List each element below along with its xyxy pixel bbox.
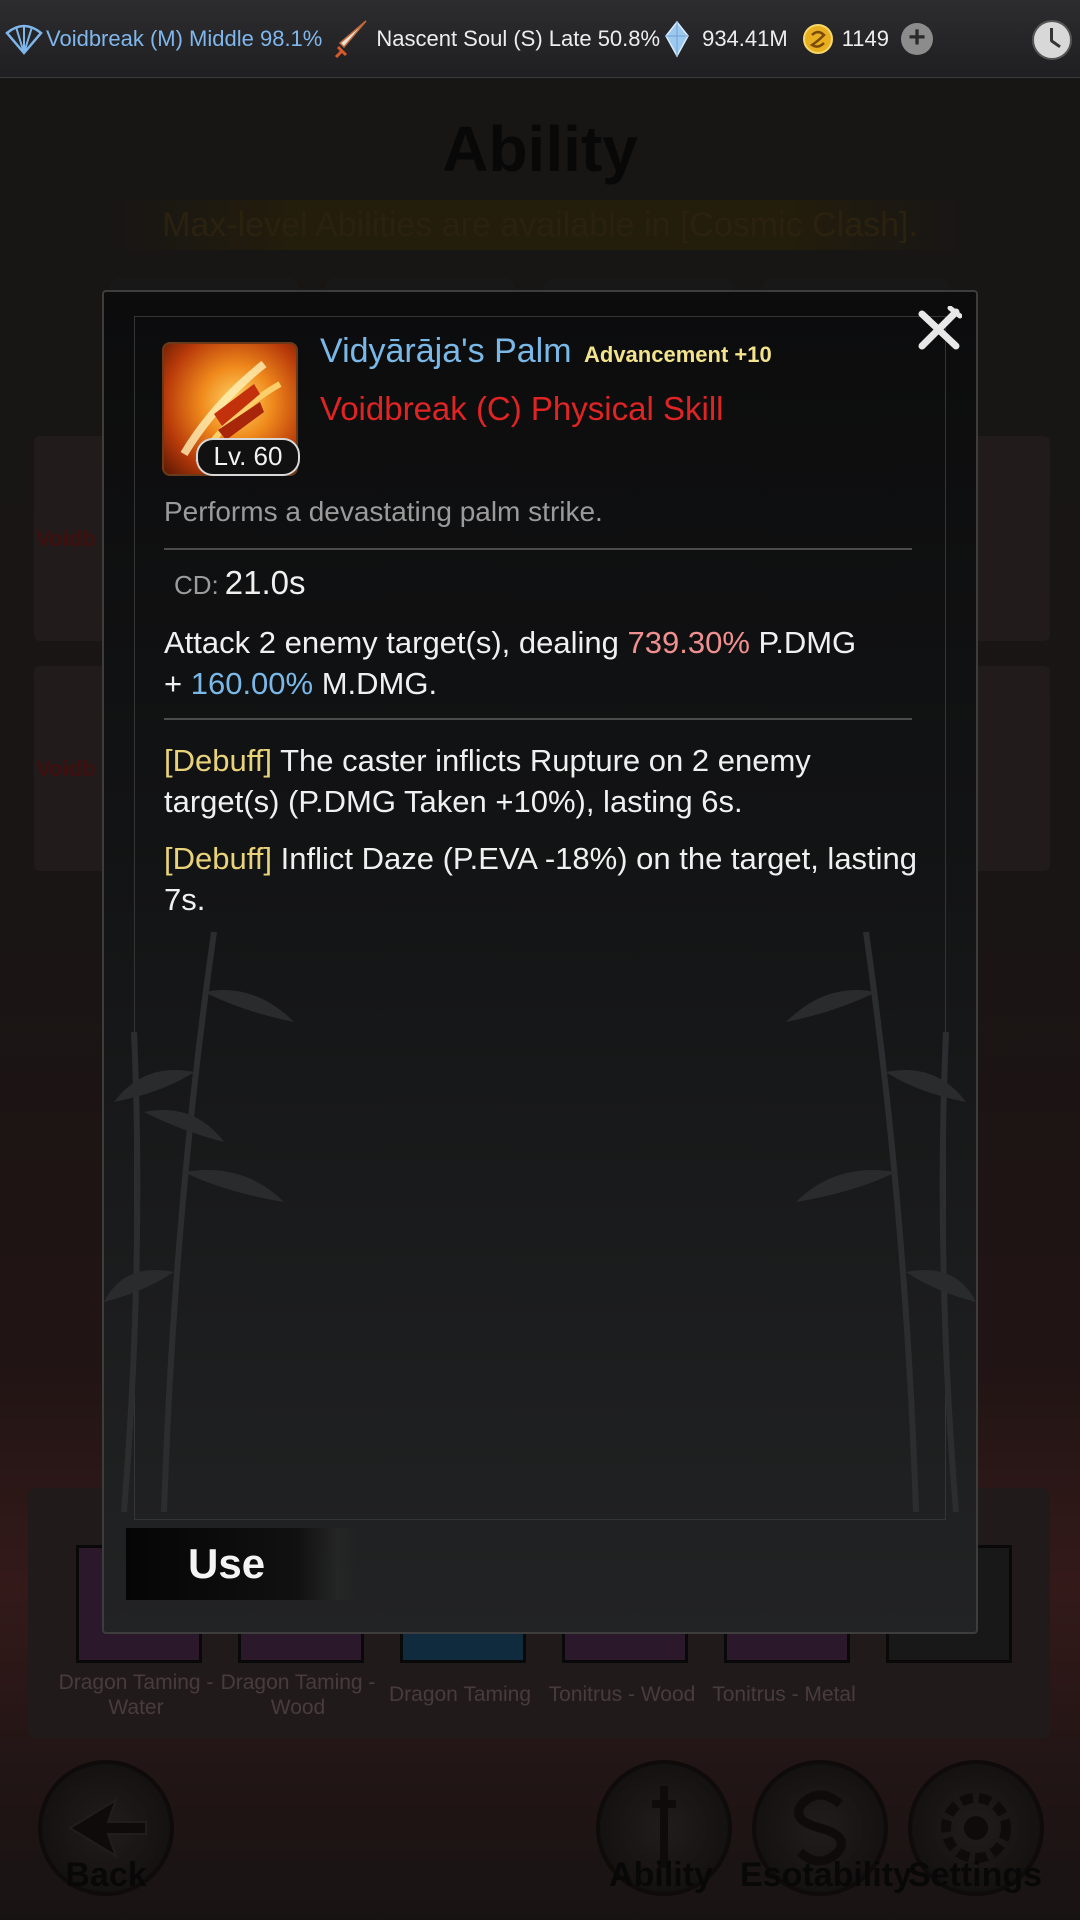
skill-detail-modal: Lv. 60 Vidyārāja's Palm Advancement +10 … (102, 290, 978, 1634)
cooldown-value: 21.0s (224, 564, 306, 601)
skill-description: Performs a devastating palm strike. (164, 496, 603, 527)
spirit-stones-value: 934.41M (702, 25, 788, 51)
attack-plus: + (164, 666, 191, 701)
advancement-level: Advancement +10 (584, 342, 772, 367)
debuff-text: Inflict Daze (P.EVA -18%) on the target,… (164, 841, 918, 917)
cultivation-realm-text: Voidbreak (M) Middle 98.1% (46, 25, 323, 51)
use-button[interactable]: Use (126, 1528, 356, 1600)
skill-name: Vidyārāja's Palm (320, 332, 572, 370)
sword-icon (335, 19, 367, 58)
gold: 1149 + (788, 22, 934, 55)
divider (164, 718, 912, 720)
divider (164, 548, 912, 550)
debuff-tag: [Debuff] (164, 841, 273, 876)
crystal-icon (665, 20, 689, 58)
cooldown-row: CD: 21.0s (174, 564, 306, 602)
attack-effect: Attack 2 enemy target(s), dealing 739.30… (164, 622, 924, 704)
attack-prefix: Attack 2 enemy target(s), dealing (164, 625, 628, 660)
debuff-tag: [Debuff] (164, 743, 273, 778)
clock-icon[interactable] (1032, 20, 1072, 60)
mdmg-suffix: M.DMG. (313, 666, 438, 701)
mdmg-value: 160.00% (190, 666, 314, 701)
pdmg-suffix: P.DMG (749, 625, 857, 660)
cultivation-realm: Voidbreak (M) Middle 98.1% (4, 21, 322, 57)
debuff-effect: [Debuff] Inflict Daze (P.EVA -18%) on th… (164, 838, 924, 920)
gold-value: 1149 (841, 25, 890, 51)
status-bar: Voidbreak (M) Middle 98.1% Nascent Soul … (0, 0, 1080, 78)
bamboo-decoration (786, 931, 976, 1512)
fan-icon (5, 24, 43, 55)
skill-type: Voidbreak (C) Physical Skill (320, 390, 724, 427)
skill-level-badge: Lv. 60 (196, 438, 300, 476)
soul-realm-text: Nascent Soul (S) Late 50.8% (376, 25, 661, 51)
soul-realm: Nascent Soul (S) Late 50.8% (332, 17, 660, 61)
pdmg-value: 739.30% (627, 625, 750, 660)
bamboo-decoration (104, 931, 294, 1512)
close-icon[interactable] (916, 306, 962, 352)
spirit-stones: 934.41M (660, 20, 788, 58)
coin-icon (802, 23, 833, 54)
cooldown-label: CD: (174, 570, 219, 600)
debuff-effect: [Debuff] The caster inflicts Rupture on … (164, 740, 924, 822)
plus-icon[interactable]: + (901, 22, 934, 55)
